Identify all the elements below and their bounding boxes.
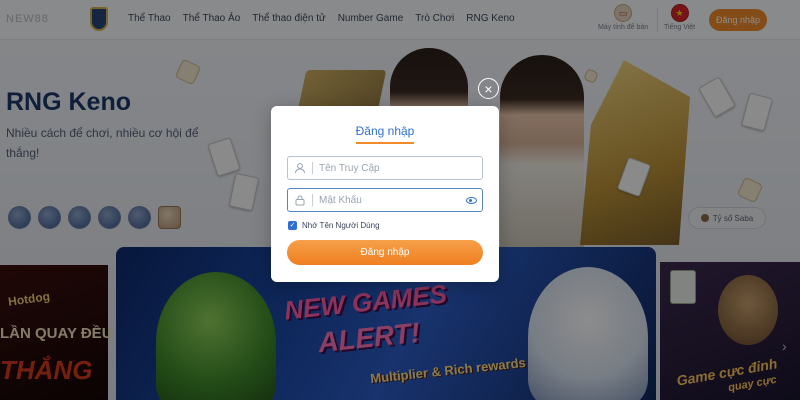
field-separator	[312, 194, 313, 206]
remember-me[interactable]: ✓ Nhớ Tên Người Dùng	[288, 221, 380, 230]
eye-icon[interactable]	[460, 196, 482, 204]
remember-checkbox[interactable]: ✓	[288, 221, 297, 230]
field-separator	[312, 162, 313, 174]
user-icon	[288, 157, 312, 179]
username-field[interactable]	[287, 156, 483, 180]
password-field[interactable]	[287, 188, 483, 212]
login-submit-button[interactable]: Đăng nhập	[287, 240, 483, 265]
login-modal: Đăng nhập ✓ Nhớ Tên Người Dùng Đăng nhập	[271, 106, 499, 282]
remember-label: Nhớ Tên Người Dùng	[302, 221, 380, 230]
close-icon[interactable]: ×	[478, 78, 499, 99]
lock-icon	[288, 189, 312, 211]
username-input[interactable]	[319, 157, 482, 179]
password-input[interactable]	[319, 189, 460, 211]
modal-title: Đăng nhập	[355, 124, 415, 138]
title-underline	[356, 142, 414, 144]
